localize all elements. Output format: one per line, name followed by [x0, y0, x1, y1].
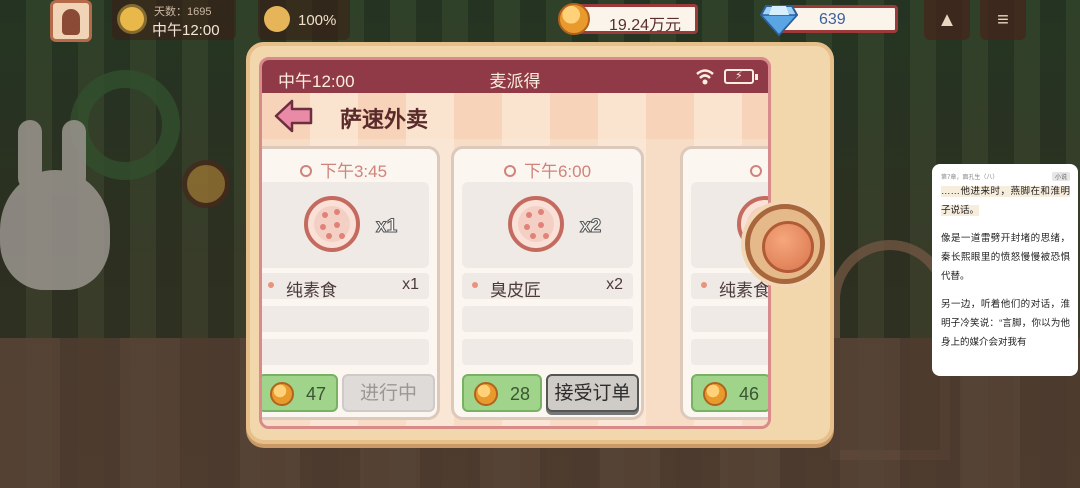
- item-count: x2: [606, 276, 623, 293]
- item-name: 纯素食: [286, 281, 337, 300]
- diamond-icon: [760, 5, 798, 36]
- wifi-icon: [696, 69, 714, 85]
- order-due-time: 下午: [683, 157, 768, 182]
- dish-zone: x2: [462, 182, 633, 268]
- mood-panel: 100%: [258, 0, 350, 40]
- bullet-dot: [701, 282, 707, 288]
- clock-icon: [299, 165, 312, 177]
- item-name: 纯素食: [719, 281, 770, 300]
- item-count: x1: [402, 276, 419, 293]
- dish-zone: x1: [262, 182, 429, 268]
- bullet-dot: [268, 282, 274, 288]
- chapter-header: 第7章，面孔生（八） 小说: [941, 172, 1070, 182]
- app-title: 萨速外卖: [340, 107, 429, 132]
- expand-up-button[interactable]: ▲: [924, 0, 970, 40]
- coin-icon: [558, 3, 590, 35]
- pizza-icon: [508, 196, 564, 252]
- empty-line-slot: [691, 339, 768, 365]
- order-card: 下午3:45 x1 纯素食 x1 47 进行中: [262, 146, 440, 420]
- app-header: 萨速外卖: [262, 93, 768, 139]
- pizza-icon: [304, 196, 360, 252]
- reward-amount: 46: [738, 384, 759, 404]
- empty-line-slot: [691, 306, 768, 332]
- phone-status-bar: 中午12:00 麦派得 ⚡: [262, 60, 768, 93]
- highlighted-text: ……他进来时，燕脚在和淮明子说话。: [941, 186, 1070, 216]
- menu-button[interactable]: ≡: [980, 0, 1026, 40]
- tablet-home-button[interactable]: [745, 204, 825, 284]
- smiley-face-icon: [264, 6, 290, 32]
- clock-icon: [503, 165, 516, 177]
- money-counter: 19.24万元: [574, 4, 698, 34]
- coin-icon: [703, 382, 727, 406]
- order-card: 下午6:00 x2 臭皮匠 x2 28 接受订单: [451, 146, 644, 420]
- empty-line-slot: [462, 339, 633, 365]
- reward-badge: 47: [262, 374, 338, 412]
- mood-percent: 100%: [298, 12, 337, 29]
- reader-paragraph: 像是一道雷劈开封堵的思绪，秦长熙眼里的愤怒慢慢被恐惧代替。: [941, 233, 1070, 282]
- empty-line-slot: [462, 306, 633, 332]
- item-name: 臭皮匠: [490, 281, 541, 300]
- order-cards-carousel[interactable]: 下午3:45 x1 纯素食 x1 47 进行中 下午6:00 x2 臭皮匠 x2…: [262, 139, 770, 426]
- reward-badge: 28: [462, 374, 542, 412]
- accept-order-button[interactable]: 接受订单: [546, 374, 639, 412]
- reward-amount: 28: [509, 384, 530, 404]
- order-line-item: 纯素食 x1: [262, 273, 429, 300]
- back-arrow-icon[interactable]: [274, 99, 314, 133]
- clock-time: 中午12:00: [152, 22, 220, 39]
- clock-icon: [749, 165, 762, 177]
- reader-paragraph: ……他进来时，燕脚在和淮明子说话。: [941, 182, 1070, 220]
- player-avatar[interactable]: [50, 0, 92, 42]
- tablet-screen: 中午12:00 麦派得 ⚡ 萨速外卖 下午3:45 x1 纯素食 x1 47 进…: [259, 57, 771, 429]
- day-time-panel: 天数：1695 中午12:00: [112, 0, 236, 40]
- order-due-time: 下午6:00: [454, 157, 641, 182]
- reader-overlay[interactable]: 第7章，面孔生（八） 小说 ……他进来时，燕脚在和淮明子说话。 像是一道雷劈开封…: [932, 164, 1078, 376]
- chapter-title: 第7章，面孔生（八）: [941, 175, 999, 181]
- reward-badge: 46: [691, 374, 768, 412]
- day-counter: 天数：1695: [154, 6, 212, 18]
- reward-amount: 47: [305, 384, 326, 404]
- order-card: 下午 纯素食 46: [680, 146, 770, 420]
- dish-quantity: x1: [375, 216, 398, 238]
- dish-quantity: x2: [579, 216, 602, 238]
- phone-brand: 麦派得: [489, 72, 541, 91]
- in-progress-button: 进行中: [342, 374, 435, 412]
- coin-icon: [270, 382, 294, 406]
- order-due-time: 下午3:45: [262, 157, 437, 182]
- chapter-tag: 小说: [1051, 172, 1070, 181]
- battery-icon: ⚡: [724, 69, 758, 84]
- order-line-item: 臭皮匠 x2: [462, 273, 633, 300]
- coin-icon: [474, 382, 498, 406]
- reader-paragraph: 另一边，听着他们的对话，淮明子冷笑说：“言脚，你以为他身上的媒介会对我有: [941, 299, 1070, 348]
- sun-icon: [120, 7, 144, 31]
- bullet-dot: [472, 282, 478, 288]
- empty-line-slot: [262, 339, 429, 365]
- empty-line-slot: [262, 306, 429, 332]
- order-line-item: 纯素食: [691, 273, 770, 300]
